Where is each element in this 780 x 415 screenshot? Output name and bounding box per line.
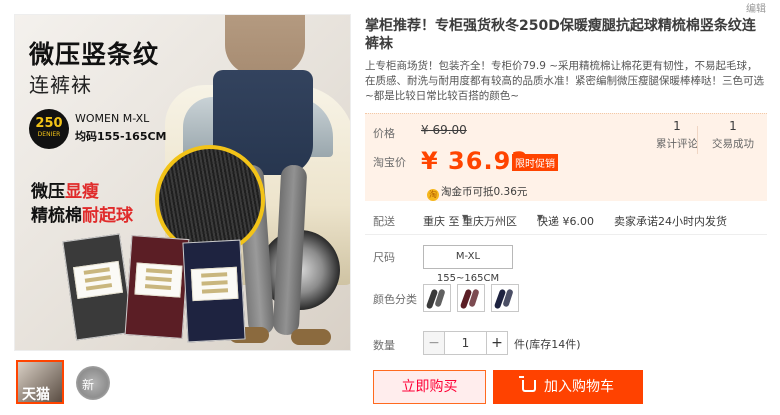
product-title: 掌柜推荐！专柜强货秋冬250D保暖瘦腿抗起球精梳棉竖条纹连裤袜 (365, 18, 756, 52)
thumbnail-2[interactable]: 新 (76, 366, 110, 400)
chevron-down-icon: ▼ (537, 213, 544, 222)
promo-tag: 限时促销 (512, 154, 558, 171)
shipping-label: 配送 (373, 215, 395, 228)
package-label (190, 266, 239, 302)
quantity-input[interactable]: 1 (444, 331, 487, 355)
ship-to: 重庆万州区 (462, 215, 517, 228)
sales-count-stat: 1 交易成功 (703, 119, 763, 151)
package-wine (124, 235, 190, 339)
package-label (134, 262, 183, 298)
denier-unit: DENIER (37, 131, 61, 138)
promo-line-1: 微压显瘦 (31, 177, 99, 202)
promo-highlight: 耐起球 (82, 206, 133, 226)
stat-divider (697, 126, 698, 154)
price-panel: 价格 ¥ 69.00 淘宝价 ¥ 36.92 限时促销 1 累计评论 1 交易成… (365, 113, 767, 201)
color-label: 颜色分类 (373, 293, 417, 306)
size-option[interactable]: M-XL 155~165CM (423, 245, 513, 284)
color-swatch-wine[interactable] (457, 284, 485, 312)
model-shoe (291, 329, 331, 345)
ship-from: 重庆 至 (423, 215, 460, 228)
color-swatch-grey[interactable] (423, 284, 451, 312)
height-spec: 均码155-165CM (75, 130, 167, 143)
color-swatch-navy[interactable] (491, 284, 519, 312)
main-product-image[interactable]: 微压竖条纹 连裤袜 250 DENIER WOMEN M-XL 均码155-16… (14, 14, 351, 351)
quantity-label: 数量 (373, 339, 395, 352)
thumbnail-text: 天猫 (22, 387, 50, 403)
shipping-method: 快递 ¥6.00 (537, 215, 594, 228)
model-sweater (225, 15, 305, 75)
add-to-cart-label: 加入购物车 (544, 379, 614, 395)
taobao-coin-info: 淘淘金币可抵0.36元 (427, 184, 527, 201)
review-count-stat[interactable]: 1 累计评论 (647, 119, 707, 151)
denier-badge: 250 DENIER (29, 109, 69, 149)
image-title: 微压竖条纹 (29, 40, 160, 69)
product-description: 上专柜商场货！包装齐全！专柜价79.9 ~采用精梳棉让棉花更有韧性，不易起毛球，… (365, 60, 764, 102)
sales-count: 1 (729, 119, 737, 133)
review-count-label: 累计评论 (656, 138, 698, 150)
sales-count-label: 交易成功 (712, 138, 754, 150)
original-price: ¥ 69.00 (421, 123, 467, 137)
divider (365, 234, 767, 235)
thumbnail-1[interactable]: 天猫 (16, 360, 64, 404)
package-navy (182, 239, 246, 343)
thumbnail-text: 新 (82, 378, 95, 392)
promo-highlight: 显瘦 (65, 182, 99, 202)
buy-now-button[interactable]: 立即购买 (373, 370, 486, 404)
quantity-increase-button[interactable]: + (486, 331, 508, 355)
cart-icon (519, 376, 536, 392)
denier-number: 250 (35, 116, 63, 131)
taobao-price-label: 淘宝价 (373, 156, 406, 169)
edit-link[interactable]: 编辑 (746, 0, 766, 15)
original-price-label: 价格 (373, 127, 395, 140)
quantity-decrease-button[interactable]: − (423, 331, 445, 355)
chevron-down-icon: ▼ (462, 213, 469, 222)
package-label (73, 260, 124, 299)
coin-icon: 淘 (427, 189, 439, 201)
add-to-cart-button[interactable]: 加入购物车 (493, 370, 643, 404)
promo-text: 精梳棉 (31, 206, 82, 226)
shipping-promise: 卖家承诺24小时内发货 (614, 215, 727, 228)
stock-info: 件(库存14件) (514, 338, 581, 351)
image-subtitle: 连裤袜 (29, 73, 92, 97)
review-count: 1 (673, 119, 681, 133)
promo-line-2: 精梳棉耐起球 (31, 201, 133, 226)
size-label: 尺码 (373, 251, 395, 264)
promo-text: 微压 (31, 182, 65, 202)
size-spec: WOMEN M-XL (75, 112, 150, 125)
coin-text: 淘金币可抵0.36元 (441, 186, 528, 198)
